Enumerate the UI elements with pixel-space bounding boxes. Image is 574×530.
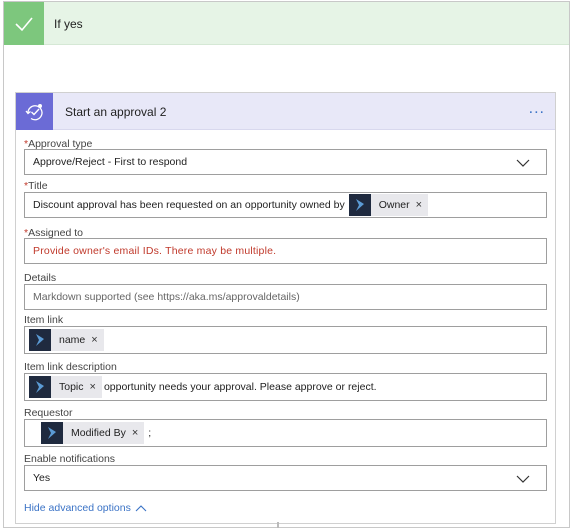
- hide-advanced-options-link[interactable]: Hide advanced options: [24, 502, 147, 514]
- title-input[interactable]: Discount approval has been requested on …: [24, 192, 547, 218]
- dynamics-icon: [348, 194, 371, 216]
- remove-token-icon[interactable]: ×: [90, 381, 96, 393]
- topic-token[interactable]: Topic ×: [29, 376, 102, 398]
- requestor-text: ;: [148, 427, 152, 439]
- chevron-down-icon: [516, 159, 530, 167]
- title-label: *Title: [24, 180, 48, 192]
- modified-by-token-label: Modified By: [71, 427, 126, 439]
- checkmark-icon: [4, 2, 44, 45]
- condition-label: If yes: [54, 17, 83, 31]
- connector-line: [277, 522, 279, 528]
- details-input[interactable]: Markdown supported (see https://aka.ms/a…: [24, 284, 547, 310]
- enable-notifications-label: Enable notifications: [24, 453, 116, 465]
- action-title: Start an approval 2: [65, 105, 167, 119]
- name-token[interactable]: name ×: [29, 329, 104, 351]
- assigned-to-value: Provide owner's email IDs. There may be …: [33, 245, 277, 257]
- enable-notifications-dropdown[interactable]: Yes: [24, 465, 547, 491]
- condition-branch-container: If yes Start an approval 2 ... *Approval…: [3, 1, 570, 528]
- chevron-down-icon: [516, 475, 530, 483]
- item-link-description-text: opportunity needs your approval. Please …: [103, 381, 377, 393]
- details-placeholder: Markdown supported (see https://aka.ms/a…: [33, 291, 300, 303]
- enable-notifications-value: Yes: [33, 472, 51, 484]
- item-link-description-input[interactable]: Topic × opportunity needs your approval.…: [24, 373, 547, 401]
- item-link-description-label: Item link description: [24, 361, 117, 373]
- topic-token-label: Topic: [59, 381, 84, 393]
- chevron-up-icon: [135, 505, 147, 512]
- remove-token-icon[interactable]: ×: [416, 199, 422, 211]
- condition-header[interactable]: If yes: [4, 2, 569, 45]
- requestor-input[interactable]: Modified By × ;: [24, 419, 547, 447]
- title-text: Discount approval has been requested on …: [33, 199, 345, 211]
- action-header[interactable]: Start an approval 2 ...: [16, 93, 555, 130]
- remove-token-icon[interactable]: ×: [91, 334, 97, 346]
- approval-type-dropdown[interactable]: Approve/Reject - First to respond: [24, 149, 547, 175]
- dynamics-icon: [29, 329, 51, 351]
- approval-icon: [16, 93, 53, 130]
- more-options-button[interactable]: ...: [529, 101, 545, 117]
- item-link-label: Item link: [24, 314, 64, 326]
- item-link-input[interactable]: name ×: [24, 326, 547, 354]
- remove-token-icon[interactable]: ×: [132, 427, 138, 439]
- dynamics-icon: [29, 376, 51, 398]
- requestor-label: Requestor: [24, 407, 73, 419]
- name-token-label: name: [59, 334, 86, 346]
- assigned-to-input[interactable]: Provide owner's email IDs. There may be …: [24, 238, 547, 264]
- modified-by-token[interactable]: Modified By ×: [41, 422, 145, 444]
- dynamics-icon: [41, 422, 63, 444]
- owner-token[interactable]: Owner ×: [348, 194, 429, 216]
- details-label: Details: [24, 272, 57, 284]
- approval-type-value: Approve/Reject - First to respond: [33, 156, 188, 168]
- approval-action-card: Start an approval 2 ... *Approval type A…: [15, 92, 556, 524]
- owner-token-label: Owner: [378, 199, 410, 211]
